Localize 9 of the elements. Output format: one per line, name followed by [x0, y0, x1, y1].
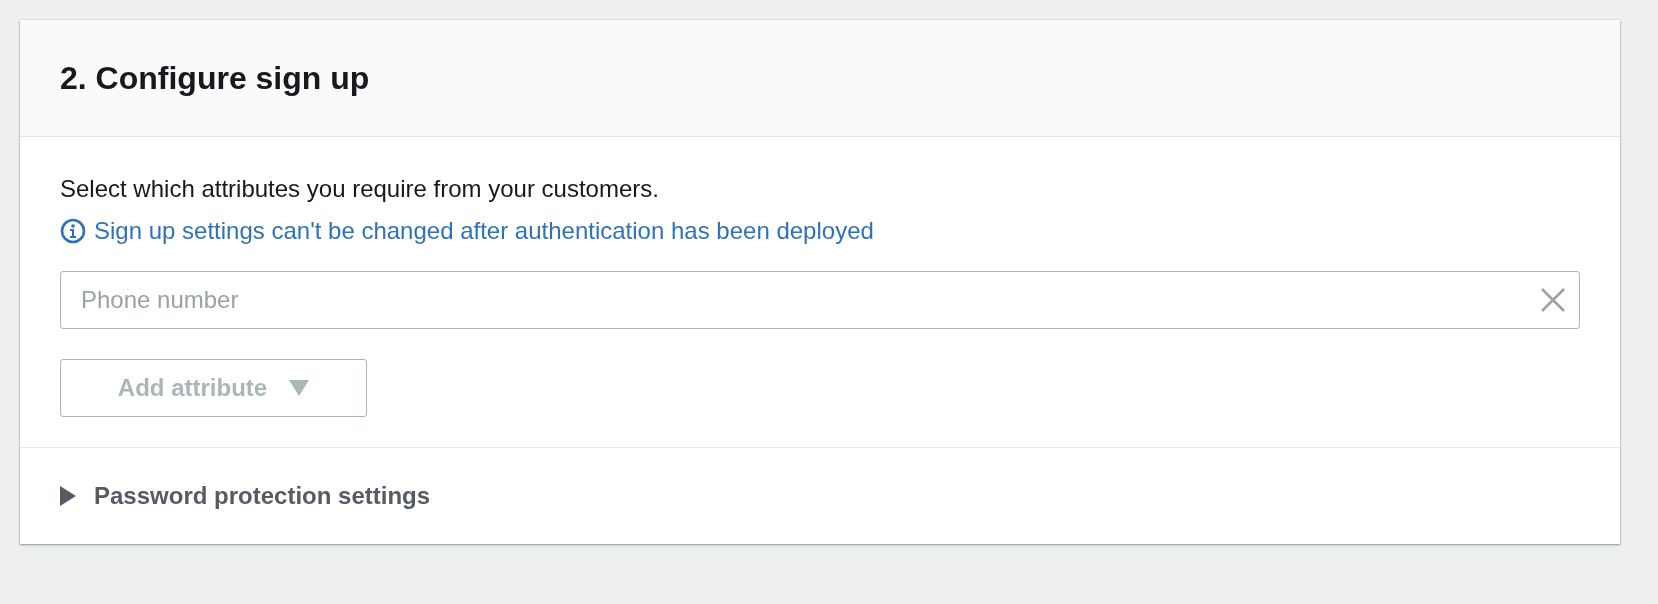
caret-icon: [60, 486, 76, 506]
description-text: Select which attributes you require from your customers.: [60, 175, 660, 203]
section-title: 2. Configure sign up: [60, 59, 370, 97]
info-note: Sign up settings can't be changed after authentication has been deployed: [94, 217, 874, 245]
info-icon: [60, 218, 86, 244]
expander-label: Password protection settings: [94, 482, 431, 510]
caret-down-icon: [289, 380, 310, 396]
close-button[interactable]: [1540, 287, 1566, 313]
password-settings-expander[interactable]: Password protection settings: [20, 448, 1620, 544]
